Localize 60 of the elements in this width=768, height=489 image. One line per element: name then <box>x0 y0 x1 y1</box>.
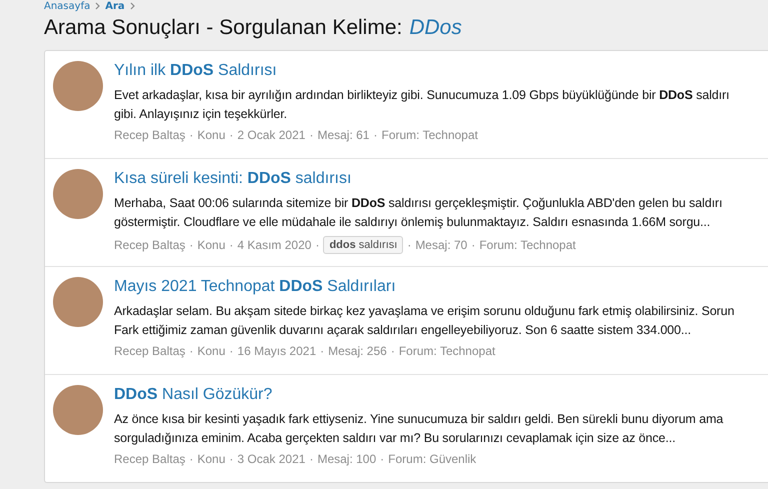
meta-text: Recep Baltaş <box>114 452 186 466</box>
meta-text: 3 Ocak 2021 <box>237 452 306 466</box>
result-snippet: Fark ettiğimiz zaman güvenlik duvarını açarak saldırıları engelleyebiliyoruz. Son 6 saatte sistem 334.000... <box>114 322 692 339</box>
separator-dot: · <box>320 344 324 358</box>
meta-text: Konu <box>197 128 226 142</box>
chevron-icon <box>130 2 135 10</box>
page-title: Arama Sonuçları - Sorgulanan Kelime: <box>44 16 402 40</box>
meta-text: 4 Kasım 2020 <box>237 238 312 252</box>
separator-dot: · <box>189 238 194 252</box>
result-snippet: gibi. Anlayışınız için teşekkürler. <box>114 106 288 123</box>
meta-text: Recep Baltaş <box>114 128 186 142</box>
avatar-photo-placeholder[interactable] <box>53 385 103 435</box>
separator-dot: · <box>373 128 378 142</box>
result-title-link[interactable]: Mayıs 2021 Technopat DDoS Saldırıları <box>114 278 396 296</box>
meta-text: Forum: Technopat <box>398 344 496 358</box>
result-snippet: Az önce kısa bir kesinti yaşadık fark ettiyseniz. Yine sunucumuza bir saldırı geldi. Ben sürekli bunu diyorum ama <box>114 411 724 428</box>
meta-text: 2 Ocak 2021 <box>237 128 306 142</box>
result-title-link[interactable]: DDoS Nasıl Gözükür? <box>114 386 272 404</box>
result-snippet: Arkadaşlar selam. Bu akşam sitede birkaç kez yavaşlama ve erişim sorunu olduğunu fark etmiş olabilirsiniz. Sorun <box>114 303 734 320</box>
meta-text: 16 Mayıs 2021 <box>237 344 316 358</box>
avatar-photo-placeholder[interactable] <box>53 277 103 327</box>
meta-text: Recep Baltaş <box>114 344 186 358</box>
separator-dot: · <box>315 238 320 252</box>
meta-text: Forum: Technopat <box>381 128 478 142</box>
meta-text: Recep Baltaş <box>114 238 186 252</box>
separator-dot: · <box>309 452 314 466</box>
separator-dot: · <box>229 238 234 252</box>
separator-dot: · <box>407 238 412 252</box>
separator-dot: · <box>380 452 384 466</box>
result-title-link[interactable]: Kısa süreli kesinti: DDoS saldırısı <box>114 170 352 188</box>
separator-dot: · <box>229 452 234 466</box>
meta-text: Konu <box>197 452 226 466</box>
tag-chip[interactable]: ddos saldırısı <box>323 236 404 254</box>
chevron-icon <box>95 2 100 10</box>
separator-dot: · <box>189 344 194 358</box>
meta-text: Forum: Güvenlik <box>388 452 476 466</box>
meta-text: Forum: Technopat <box>479 238 576 252</box>
result-snippet: Evet arkadaşlar, kısa bir ayrılığın ardından birlikteyiz gibi. Sunucumuza 1.09 Gbps büyüklüğünde bir DDoS saldırı <box>114 87 730 104</box>
separator-dot: · <box>229 128 234 142</box>
result-snippet: Merhaba, Saat 00:06 sularında sitemize bir DDoS saldırısı gerçekleşmiştir. Çoğunlukla ABD'den gelen bu saldırı <box>114 195 722 212</box>
meta-text: Konu <box>197 238 226 252</box>
separator-dot: · <box>189 452 194 466</box>
separator-dot: · <box>229 344 234 358</box>
separator-dot: · <box>189 128 194 142</box>
meta-text: Mesaj: 61 <box>317 128 370 142</box>
separator-dot: · <box>390 344 395 358</box>
avatar-photo-placeholder[interactable] <box>53 169 103 219</box>
result-title-link[interactable]: Yılın ilk DDoS Saldırısı <box>114 62 277 80</box>
separator-dot: · <box>471 238 476 252</box>
result-snippet: sorguladığınıza eminim. Acaba gerçekten saldırı var mı? Bu sorularınızı cevaplamak için size az önce... <box>114 430 676 447</box>
meta-text: Mesaj: 100 <box>317 452 376 466</box>
meta-text: Konu <box>197 344 226 358</box>
result-snippet: göstermiştir. Cloudflare ve elle müdahale ile saldırıyı önlemiş bulunmaktayız. Saldırı esnasında 1.66M sorgu... <box>114 214 712 231</box>
meta-text: Mesaj: 256 <box>328 344 387 358</box>
separator-dot: · <box>309 128 314 142</box>
avatar-photo-placeholder[interactable] <box>53 61 103 111</box>
search-query: DDos <box>409 16 462 40</box>
meta-text: Mesaj: 70 <box>415 238 468 252</box>
breadcrumb-link[interactable]: Ara <box>105 0 125 12</box>
breadcrumb-link[interactable]: Anasayfa <box>44 0 90 12</box>
